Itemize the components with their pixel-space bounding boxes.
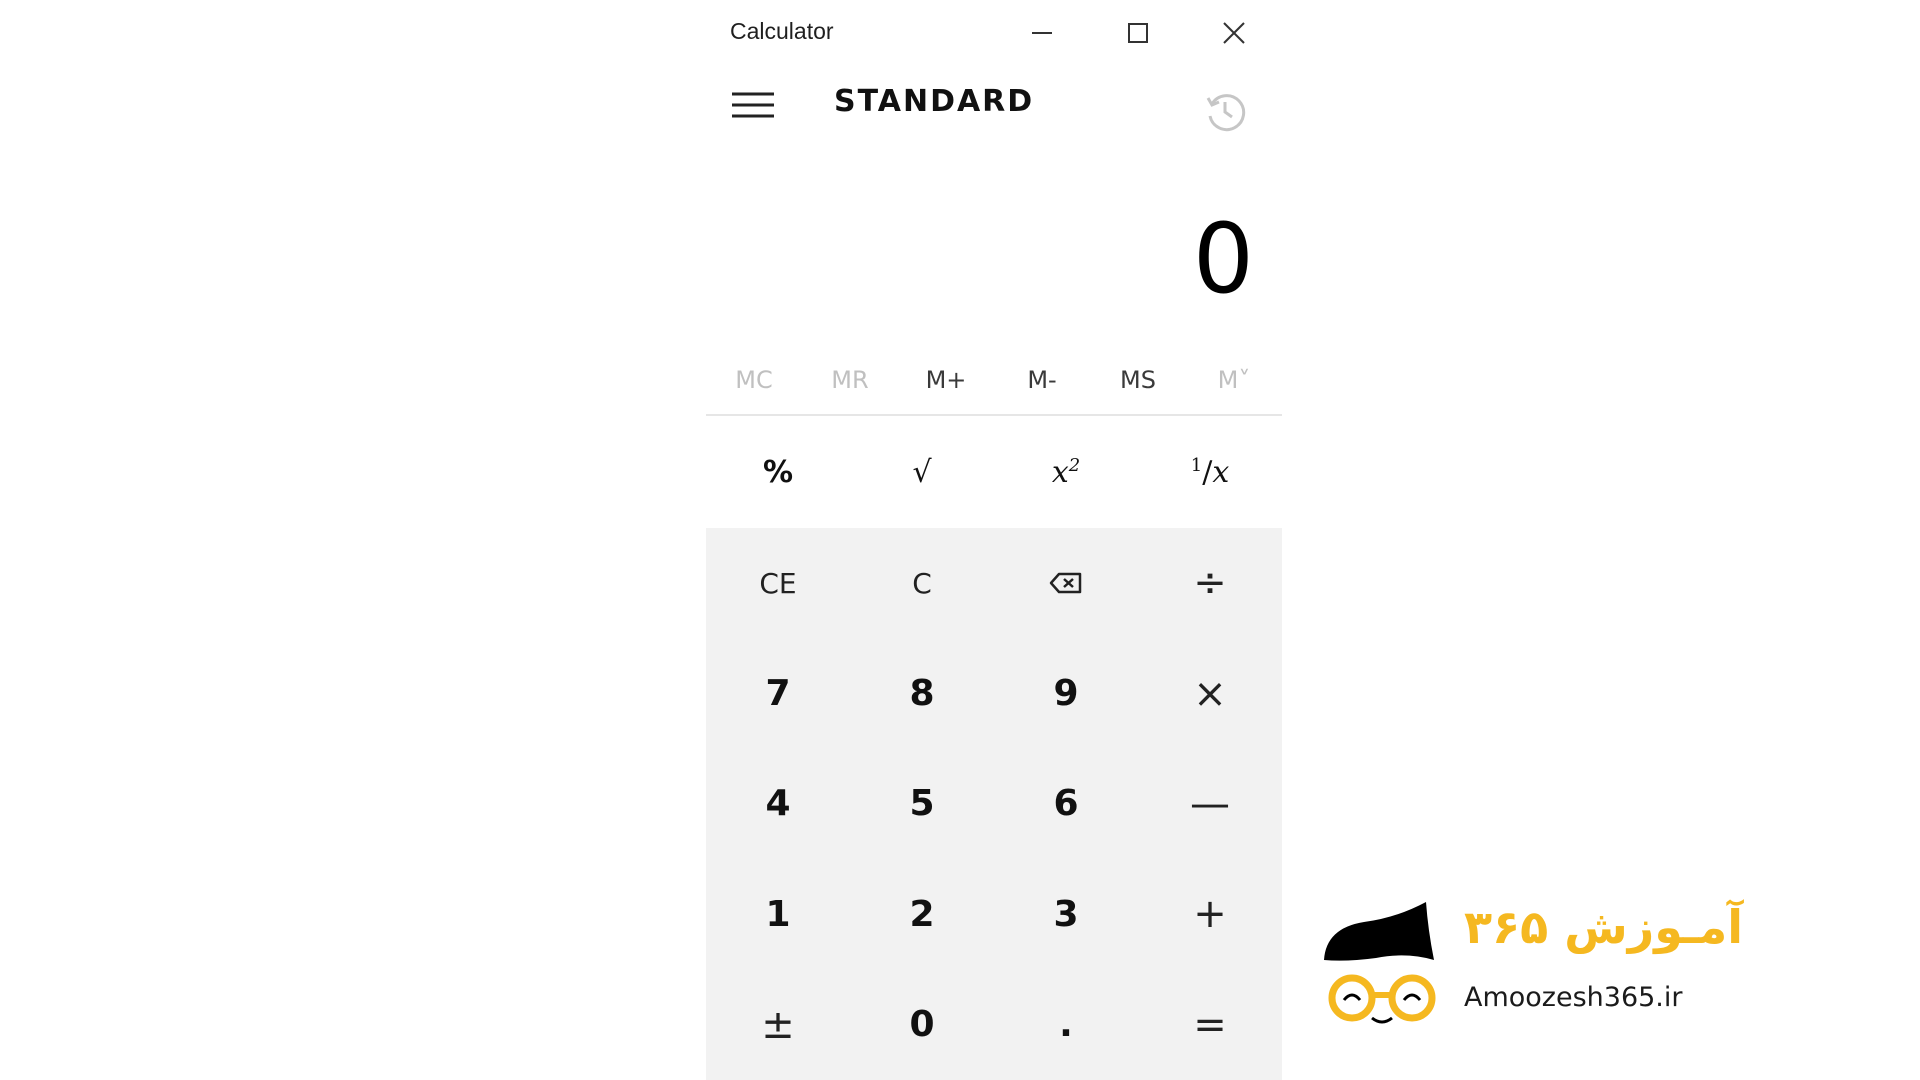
square-label: x2 [1052,455,1080,490]
digit-8-button[interactable]: 8 [850,638,994,748]
memory-recall-button[interactable]: MR [802,355,898,415]
close-button[interactable] [1186,0,1282,66]
keypad: CE C ÷ 7 8 9 × 4 5 6 — 1 2 3 + ± 0 . = [706,528,1282,1080]
calculator-window: Calculator STANDARD 0 MC MR M+ M- MS M˅ … [706,0,1282,1080]
history-button[interactable] [1200,86,1250,136]
reciprocal-button[interactable]: 1/x [1138,416,1282,528]
divide-button[interactable]: ÷ [1138,528,1282,638]
digit-2-button[interactable]: 2 [850,859,994,969]
equals-button[interactable]: = [1138,970,1282,1080]
memory-row: MC MR M+ M- MS M˅ [706,355,1282,415]
maximize-button[interactable] [1090,0,1186,66]
square-root-button[interactable]: √ [850,416,994,528]
square-exponent: 2 [1068,454,1081,476]
square-root-label: √ [912,454,932,490]
reciprocal-label: 1/x [1190,454,1230,490]
minimize-button[interactable] [994,0,1090,66]
percent-label: % [762,454,794,490]
percent-button[interactable]: % [706,416,850,528]
digit-0-button[interactable]: 0 [850,970,994,1080]
minimize-icon [1032,32,1052,34]
mode-title: STANDARD [834,84,1035,119]
app-title: Calculator [730,18,834,44]
multiply-button[interactable]: × [1138,638,1282,748]
memory-add-button[interactable]: M+ [898,355,994,415]
navigation-menu-button[interactable] [728,86,778,124]
backspace-button[interactable] [994,528,1138,638]
hamburger-icon [732,92,774,118]
watermark-brand: آمـوزش ۳۶۵ [1464,900,1744,954]
reciprocal-denominator: x [1212,454,1230,490]
header: STANDARD [706,66,1282,142]
subtract-button[interactable]: — [1138,749,1282,859]
square-base: x [1051,454,1069,490]
reciprocal-numerator: 1 [1190,454,1203,476]
digit-7-button[interactable]: 7 [706,638,850,748]
digit-5-button[interactable]: 5 [850,749,994,859]
decimal-button[interactable]: . [994,970,1138,1080]
close-icon [1223,22,1245,44]
negate-button[interactable]: ± [706,970,850,1080]
memory-subtract-button[interactable]: M- [994,355,1090,415]
add-button[interactable]: + [1138,859,1282,969]
backspace-icon [1049,572,1082,594]
memory-list-button[interactable]: M˅ [1186,355,1282,415]
result-display: 0 [1192,203,1254,315]
history-icon [1206,94,1246,132]
memory-store-button[interactable]: MS [1090,355,1186,415]
function-row: % √ x2 1/x [706,416,1282,528]
maximize-icon [1128,23,1148,43]
digit-4-button[interactable]: 4 [706,749,850,859]
digit-1-button[interactable]: 1 [706,859,850,969]
digit-9-button[interactable]: 9 [994,638,1138,748]
digit-6-button[interactable]: 6 [994,749,1138,859]
clear-button[interactable]: C [850,528,994,638]
square-button[interactable]: x2 [994,416,1138,528]
clear-entry-button[interactable]: CE [706,528,850,638]
watermark-site: Amoozesh365.ir [1464,982,1683,1013]
memory-clear-button[interactable]: MC [706,355,802,415]
title-bar: Calculator [706,0,1282,66]
digit-3-button[interactable]: 3 [994,859,1138,969]
mascot-icon [1324,902,1436,1024]
watermark-logo: آمـوزش ۳۶۵ Amoozesh365.ir [1316,900,1776,1030]
